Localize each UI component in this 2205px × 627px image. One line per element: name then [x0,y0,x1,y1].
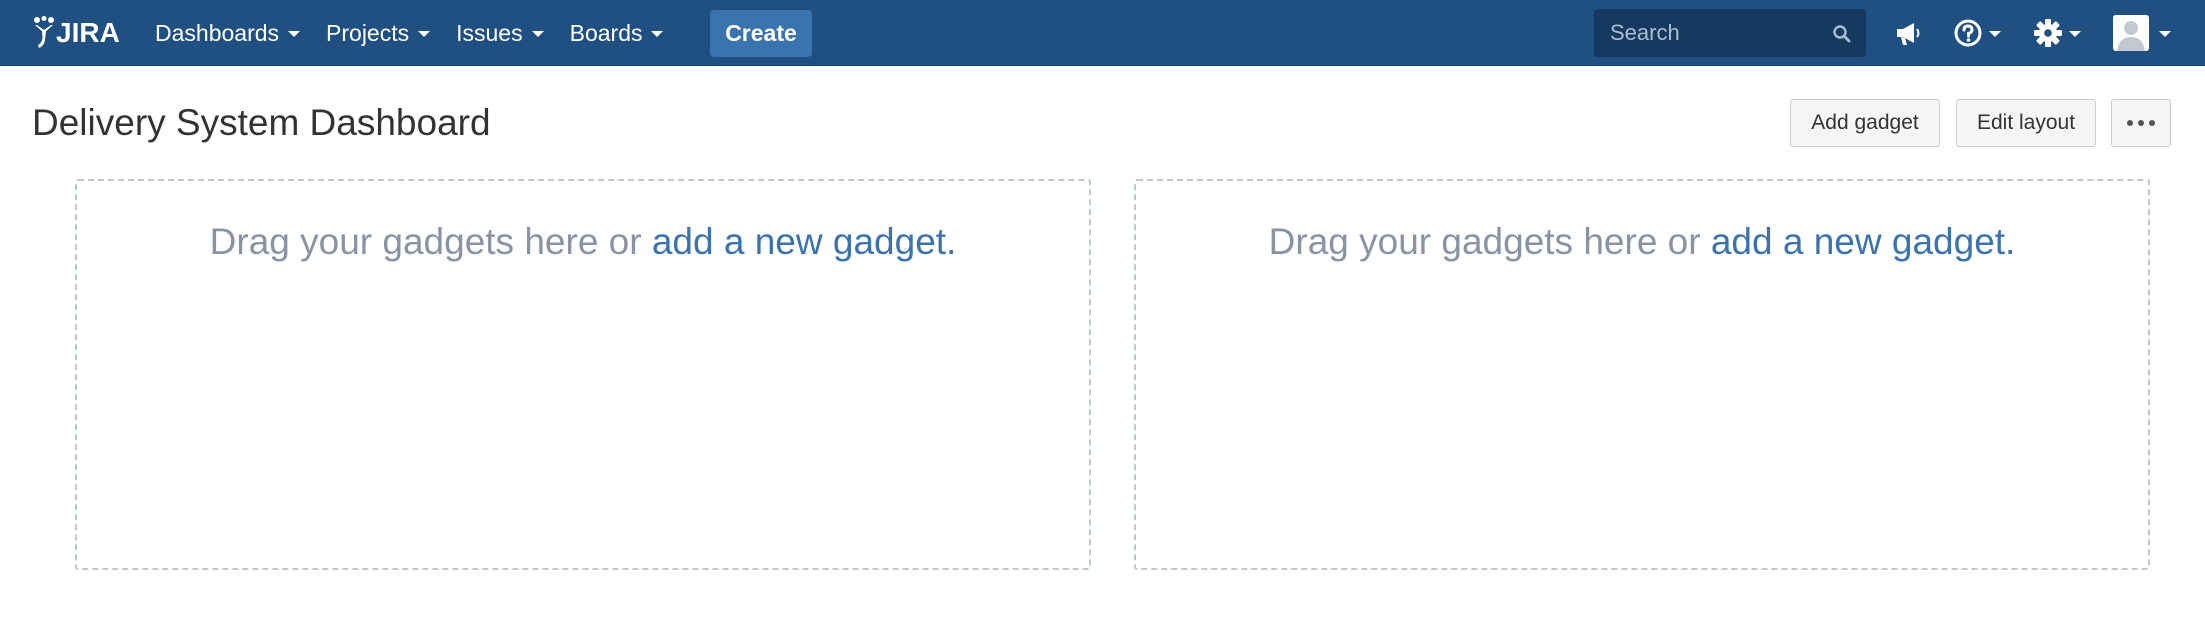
search-box [1594,9,1866,57]
user-avatar-icon [2113,15,2149,51]
jira-logo[interactable]: JIRA [33,14,120,52]
nav-boards-label: Boards [569,19,643,46]
chevron-down-icon [418,31,431,37]
nav-issues-label: Issues [456,19,523,46]
main-nav: Dashboards Projects Issues Boards [142,0,676,66]
more-options-icon [2127,120,2155,126]
nav-issues[interactable]: Issues [443,0,556,66]
search-icon[interactable] [1832,24,1852,44]
chevron-down-icon [2159,31,2171,37]
avatar [2113,15,2149,51]
nav-boards[interactable]: Boards [557,0,677,66]
more-options-button[interactable] [2111,99,2171,147]
drag-gadgets-text: Drag your gadgets here or [209,221,652,262]
help-menu-button[interactable] [1953,14,2001,52]
chevron-down-icon [288,31,301,37]
create-button[interactable]: Create [710,10,812,57]
user-menu-button[interactable] [2113,14,2171,52]
gear-icon [2034,19,2062,47]
chevron-down-icon [2069,31,2081,37]
add-new-gadget-link[interactable]: add a new gadget. [1711,221,2015,262]
search-input[interactable] [1594,11,1814,55]
nav-projects-label: Projects [326,19,410,46]
gadget-column-right[interactable]: Drag your gadgets here or add a new gadg… [1134,179,2150,570]
drag-gadgets-text: Drag your gadgets here or [1268,221,1711,262]
nav-dashboards-label: Dashboards [155,19,280,46]
nav-dashboards[interactable]: Dashboards [142,0,313,66]
megaphone-icon [1897,23,1920,45]
add-gadget-button[interactable]: Add gadget [1790,99,1940,147]
settings-menu-button[interactable] [2033,14,2081,52]
notifications-button[interactable] [1893,14,1923,52]
gadget-column-left[interactable]: Drag your gadgets here or add a new gadg… [75,179,1091,570]
logo-text: JIRA [56,17,120,48]
chevron-down-icon [531,31,544,37]
chevron-down-icon [651,31,664,37]
page-title: Delivery System Dashboard [32,102,491,143]
edit-layout-button[interactable]: Edit layout [1956,99,2096,147]
chevron-down-icon [1989,31,2001,37]
top-navigation-bar: JIRA Dashboards Projects Issues Boards C… [0,0,2205,66]
empty-column-message: Drag your gadgets here or add a new gadg… [77,218,1089,266]
empty-column-message: Drag your gadgets here or add a new gadg… [1136,218,2148,266]
add-new-gadget-link[interactable]: add a new gadget. [652,221,956,262]
nav-projects[interactable]: Projects [313,0,443,66]
jira-logo-icon [34,16,54,48]
help-icon [1954,19,1982,47]
